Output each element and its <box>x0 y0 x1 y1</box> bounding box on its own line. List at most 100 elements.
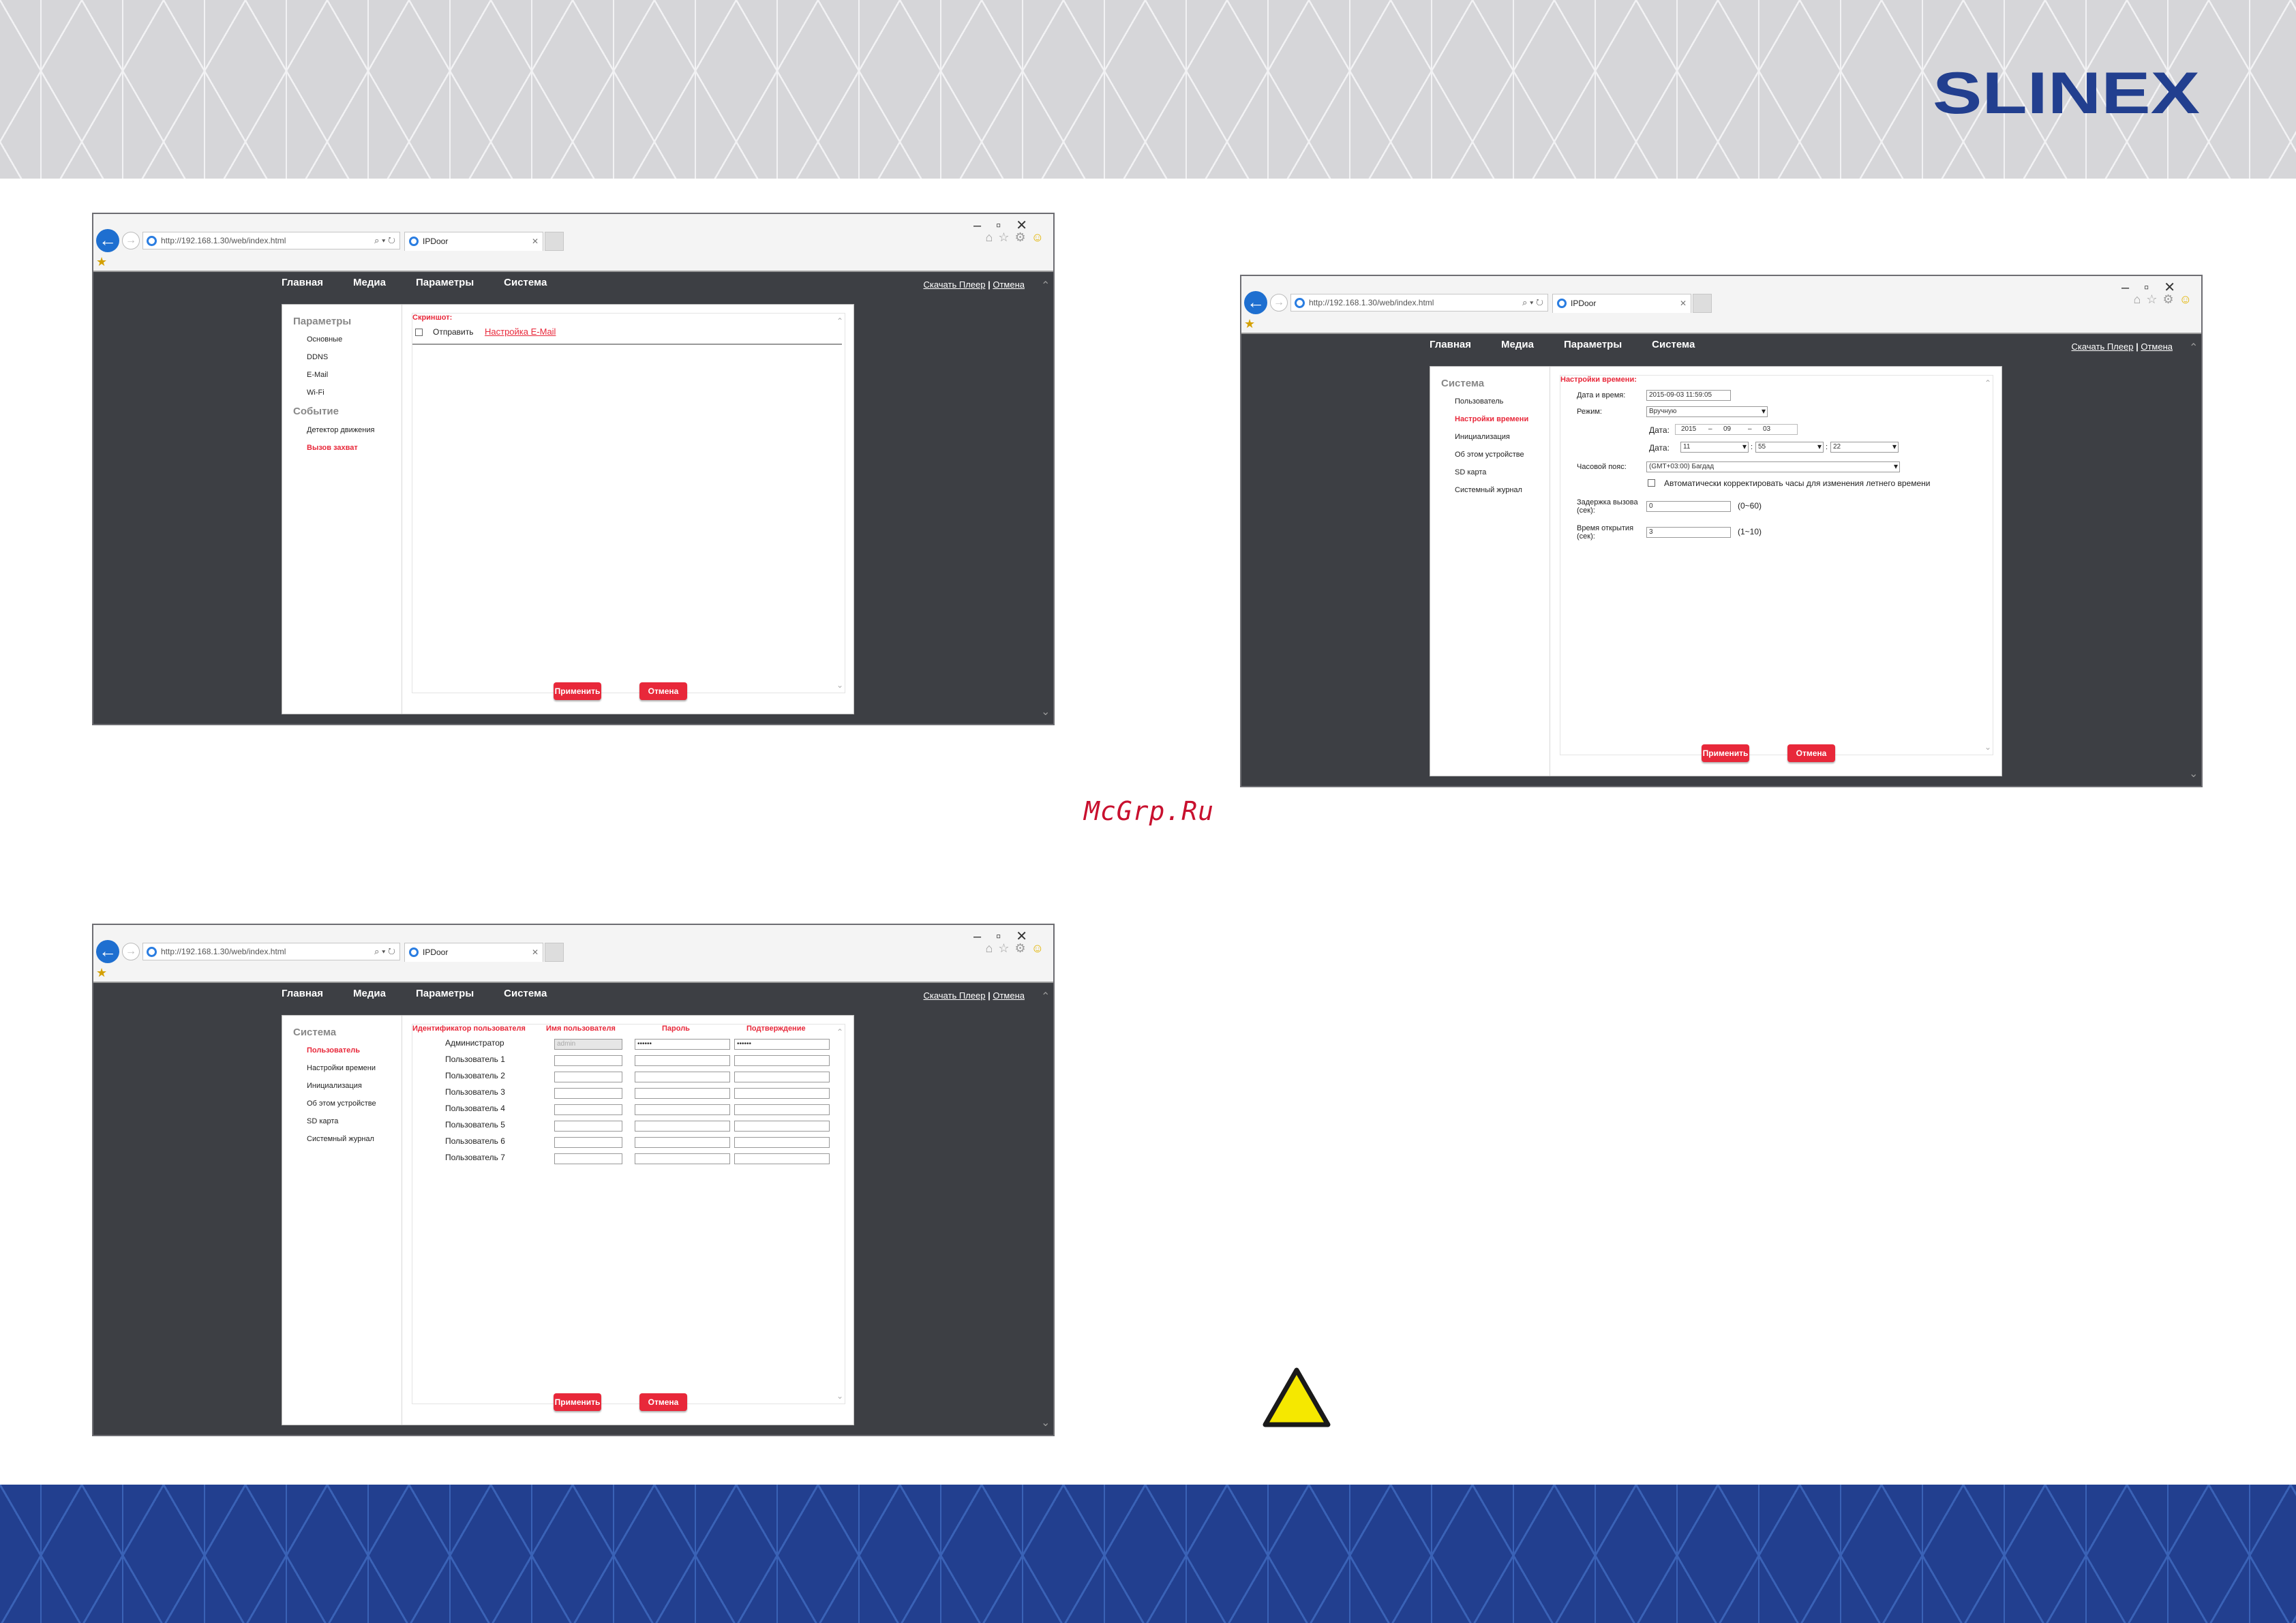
download-player-link[interactable]: Скачать Плеер <box>2071 342 2133 352</box>
back-icon[interactable]: ← <box>96 229 119 252</box>
password-input[interactable] <box>635 1055 730 1066</box>
password-input[interactable]: •••••• <box>635 1039 730 1050</box>
favorites-star-icon[interactable]: ★ <box>96 966 107 980</box>
sidebar-item-init[interactable]: Инициализация <box>1455 433 1510 441</box>
sidebar-item-email[interactable]: E-Mail <box>307 371 328 379</box>
sidebar-item-log[interactable]: Системный журнал <box>307 1135 374 1143</box>
content-scrollbar[interactable]: ⌃ ⌄ <box>835 1025 845 1404</box>
forward-icon[interactable]: → <box>122 943 140 960</box>
forward-icon[interactable]: → <box>1270 294 1288 312</box>
sidebar-item-log[interactable]: Системный журнал <box>1455 486 1522 494</box>
back-icon[interactable]: ← <box>1244 291 1267 314</box>
search-refresh-icons[interactable]: ⌕ ▾ ↻ <box>374 232 395 249</box>
logout-link[interactable]: Отмена <box>993 279 1025 290</box>
toolbar-icons[interactable]: ⌂☆⚙☺ <box>2133 292 2197 307</box>
password-input[interactable] <box>635 1104 730 1115</box>
second-select[interactable]: 22 <box>1830 442 1899 453</box>
confirm-input[interactable] <box>734 1072 830 1082</box>
search-refresh-icons[interactable]: ⌕ ▾ ↻ <box>1522 294 1543 311</box>
hour-select[interactable]: 11 <box>1680 442 1749 453</box>
download-player-link[interactable]: Скачать Плеер <box>923 990 985 1001</box>
sidebar-item-user[interactable]: Пользователь <box>307 1046 360 1055</box>
username-input[interactable] <box>554 1153 622 1164</box>
scroll-down-icon[interactable]: ⌄ <box>1041 1416 1050 1429</box>
nav-system[interactable]: Система <box>1652 339 1695 350</box>
username-input[interactable] <box>554 1072 622 1082</box>
nav-media[interactable]: Медиа <box>1501 339 1534 350</box>
timezone-select[interactable]: (GMT+03:00) Багдад <box>1646 461 1900 472</box>
sidebar-item-call-capture[interactable]: Вызов захват <box>307 444 358 452</box>
toolbar-icons[interactable]: ⌂☆⚙☺ <box>985 230 1049 245</box>
date-field[interactable]: 2015 – 09 – 03 <box>1675 424 1798 435</box>
scroll-up-icon[interactable]: ⌃ <box>1041 279 1050 292</box>
nav-media[interactable]: Медиа <box>353 988 386 999</box>
confirm-input[interactable] <box>734 1055 830 1066</box>
sidebar-item-time[interactable]: Настройки времени <box>1455 415 1528 423</box>
close-tab-icon[interactable]: ✕ <box>1680 294 1687 312</box>
cancel-button[interactable]: Отмена <box>1787 744 1835 762</box>
email-settings-link[interactable]: Настройка E-Mail <box>485 327 556 337</box>
nav-params[interactable]: Параметры <box>416 988 474 999</box>
apply-button[interactable]: Применить <box>554 1393 601 1411</box>
username-input[interactable] <box>554 1104 622 1115</box>
nav-media[interactable]: Медиа <box>353 277 386 288</box>
sidebar-item-user[interactable]: Пользователь <box>1455 397 1503 406</box>
username-input[interactable] <box>554 1088 622 1099</box>
username-input[interactable] <box>554 1121 622 1132</box>
username-input[interactable]: admin <box>554 1039 622 1050</box>
call-delay-field[interactable]: 0 <box>1646 501 1731 512</box>
sidebar-item-basic[interactable]: Основные <box>307 335 342 344</box>
scroll-down-icon[interactable]: ⌄ <box>2189 767 2198 780</box>
nav-system[interactable]: Система <box>504 988 547 999</box>
password-input[interactable] <box>635 1072 730 1082</box>
new-tab-button[interactable] <box>545 943 564 962</box>
search-refresh-icons[interactable]: ⌕ ▾ ↻ <box>374 943 395 960</box>
forward-icon[interactable]: → <box>122 232 140 249</box>
mode-select[interactable]: Вручную <box>1646 406 1768 417</box>
sidebar-item-sd[interactable]: SD карта <box>307 1117 338 1125</box>
confirm-input[interactable] <box>734 1153 830 1164</box>
minute-select[interactable]: 55 <box>1755 442 1824 453</box>
scroll-up-icon[interactable]: ⌃ <box>2189 341 2198 354</box>
cancel-button[interactable]: Отмена <box>639 682 687 700</box>
scroll-down-icon[interactable]: ⌄ <box>1041 705 1050 718</box>
favorites-star-icon[interactable]: ★ <box>1244 317 1255 331</box>
confirm-input[interactable]: •••••• <box>734 1039 830 1050</box>
address-bar[interactable]: http://192.168.1.30/web/index.html ⌕ ▾ ↻ <box>142 943 400 960</box>
password-input[interactable] <box>635 1088 730 1099</box>
dst-checkbox[interactable] <box>1648 479 1655 487</box>
address-bar[interactable]: http://192.168.1.30/web/index.html ⌕ ▾ ↻ <box>142 232 400 249</box>
sidebar-item-time[interactable]: Настройки времени <box>307 1064 376 1072</box>
send-checkbox[interactable] <box>415 329 423 336</box>
sidebar-item-init[interactable]: Инициализация <box>307 1082 362 1090</box>
sidebar-item-sd[interactable]: SD карта <box>1455 468 1486 476</box>
address-bar[interactable]: http://192.168.1.30/web/index.html ⌕ ▾ ↻ <box>1290 294 1548 312</box>
confirm-input[interactable] <box>734 1104 830 1115</box>
sidebar-item-motion[interactable]: Детектор движения <box>307 426 374 434</box>
sidebar-item-about[interactable]: Об этом устройстве <box>307 1099 376 1108</box>
logout-link[interactable]: Отмена <box>2141 342 2173 352</box>
cancel-button[interactable]: Отмена <box>639 1393 687 1411</box>
page-scrollbar[interactable]: ⌃ ⌄ <box>2186 335 2201 786</box>
toolbar-icons[interactable]: ⌂☆⚙☺ <box>985 941 1049 956</box>
apply-button[interactable]: Применить <box>1702 744 1749 762</box>
password-input[interactable] <box>635 1137 730 1148</box>
sidebar-item-wifi[interactable]: Wi-Fi <box>307 389 324 397</box>
confirm-input[interactable] <box>734 1088 830 1099</box>
content-scrollbar[interactable]: ⌃ ⌄ <box>835 314 845 693</box>
nav-params[interactable]: Параметры <box>1564 339 1622 350</box>
username-input[interactable] <box>554 1137 622 1148</box>
close-tab-icon[interactable]: ✕ <box>532 232 539 250</box>
nav-home[interactable]: Главная <box>282 988 323 999</box>
page-scrollbar[interactable]: ⌃ ⌄ <box>1038 273 1053 724</box>
logout-link[interactable]: Отмена <box>993 990 1025 1001</box>
sidebar-item-about[interactable]: Об этом устройстве <box>1455 451 1524 459</box>
password-input[interactable] <box>635 1121 730 1132</box>
close-tab-icon[interactable]: ✕ <box>532 943 539 961</box>
password-input[interactable] <box>635 1153 730 1164</box>
confirm-input[interactable] <box>734 1121 830 1132</box>
datetime-field[interactable]: 2015-09-03 11:59:05 <box>1646 390 1731 401</box>
username-input[interactable] <box>554 1055 622 1066</box>
favorites-star-icon[interactable]: ★ <box>96 255 107 269</box>
new-tab-button[interactable] <box>1693 294 1712 313</box>
